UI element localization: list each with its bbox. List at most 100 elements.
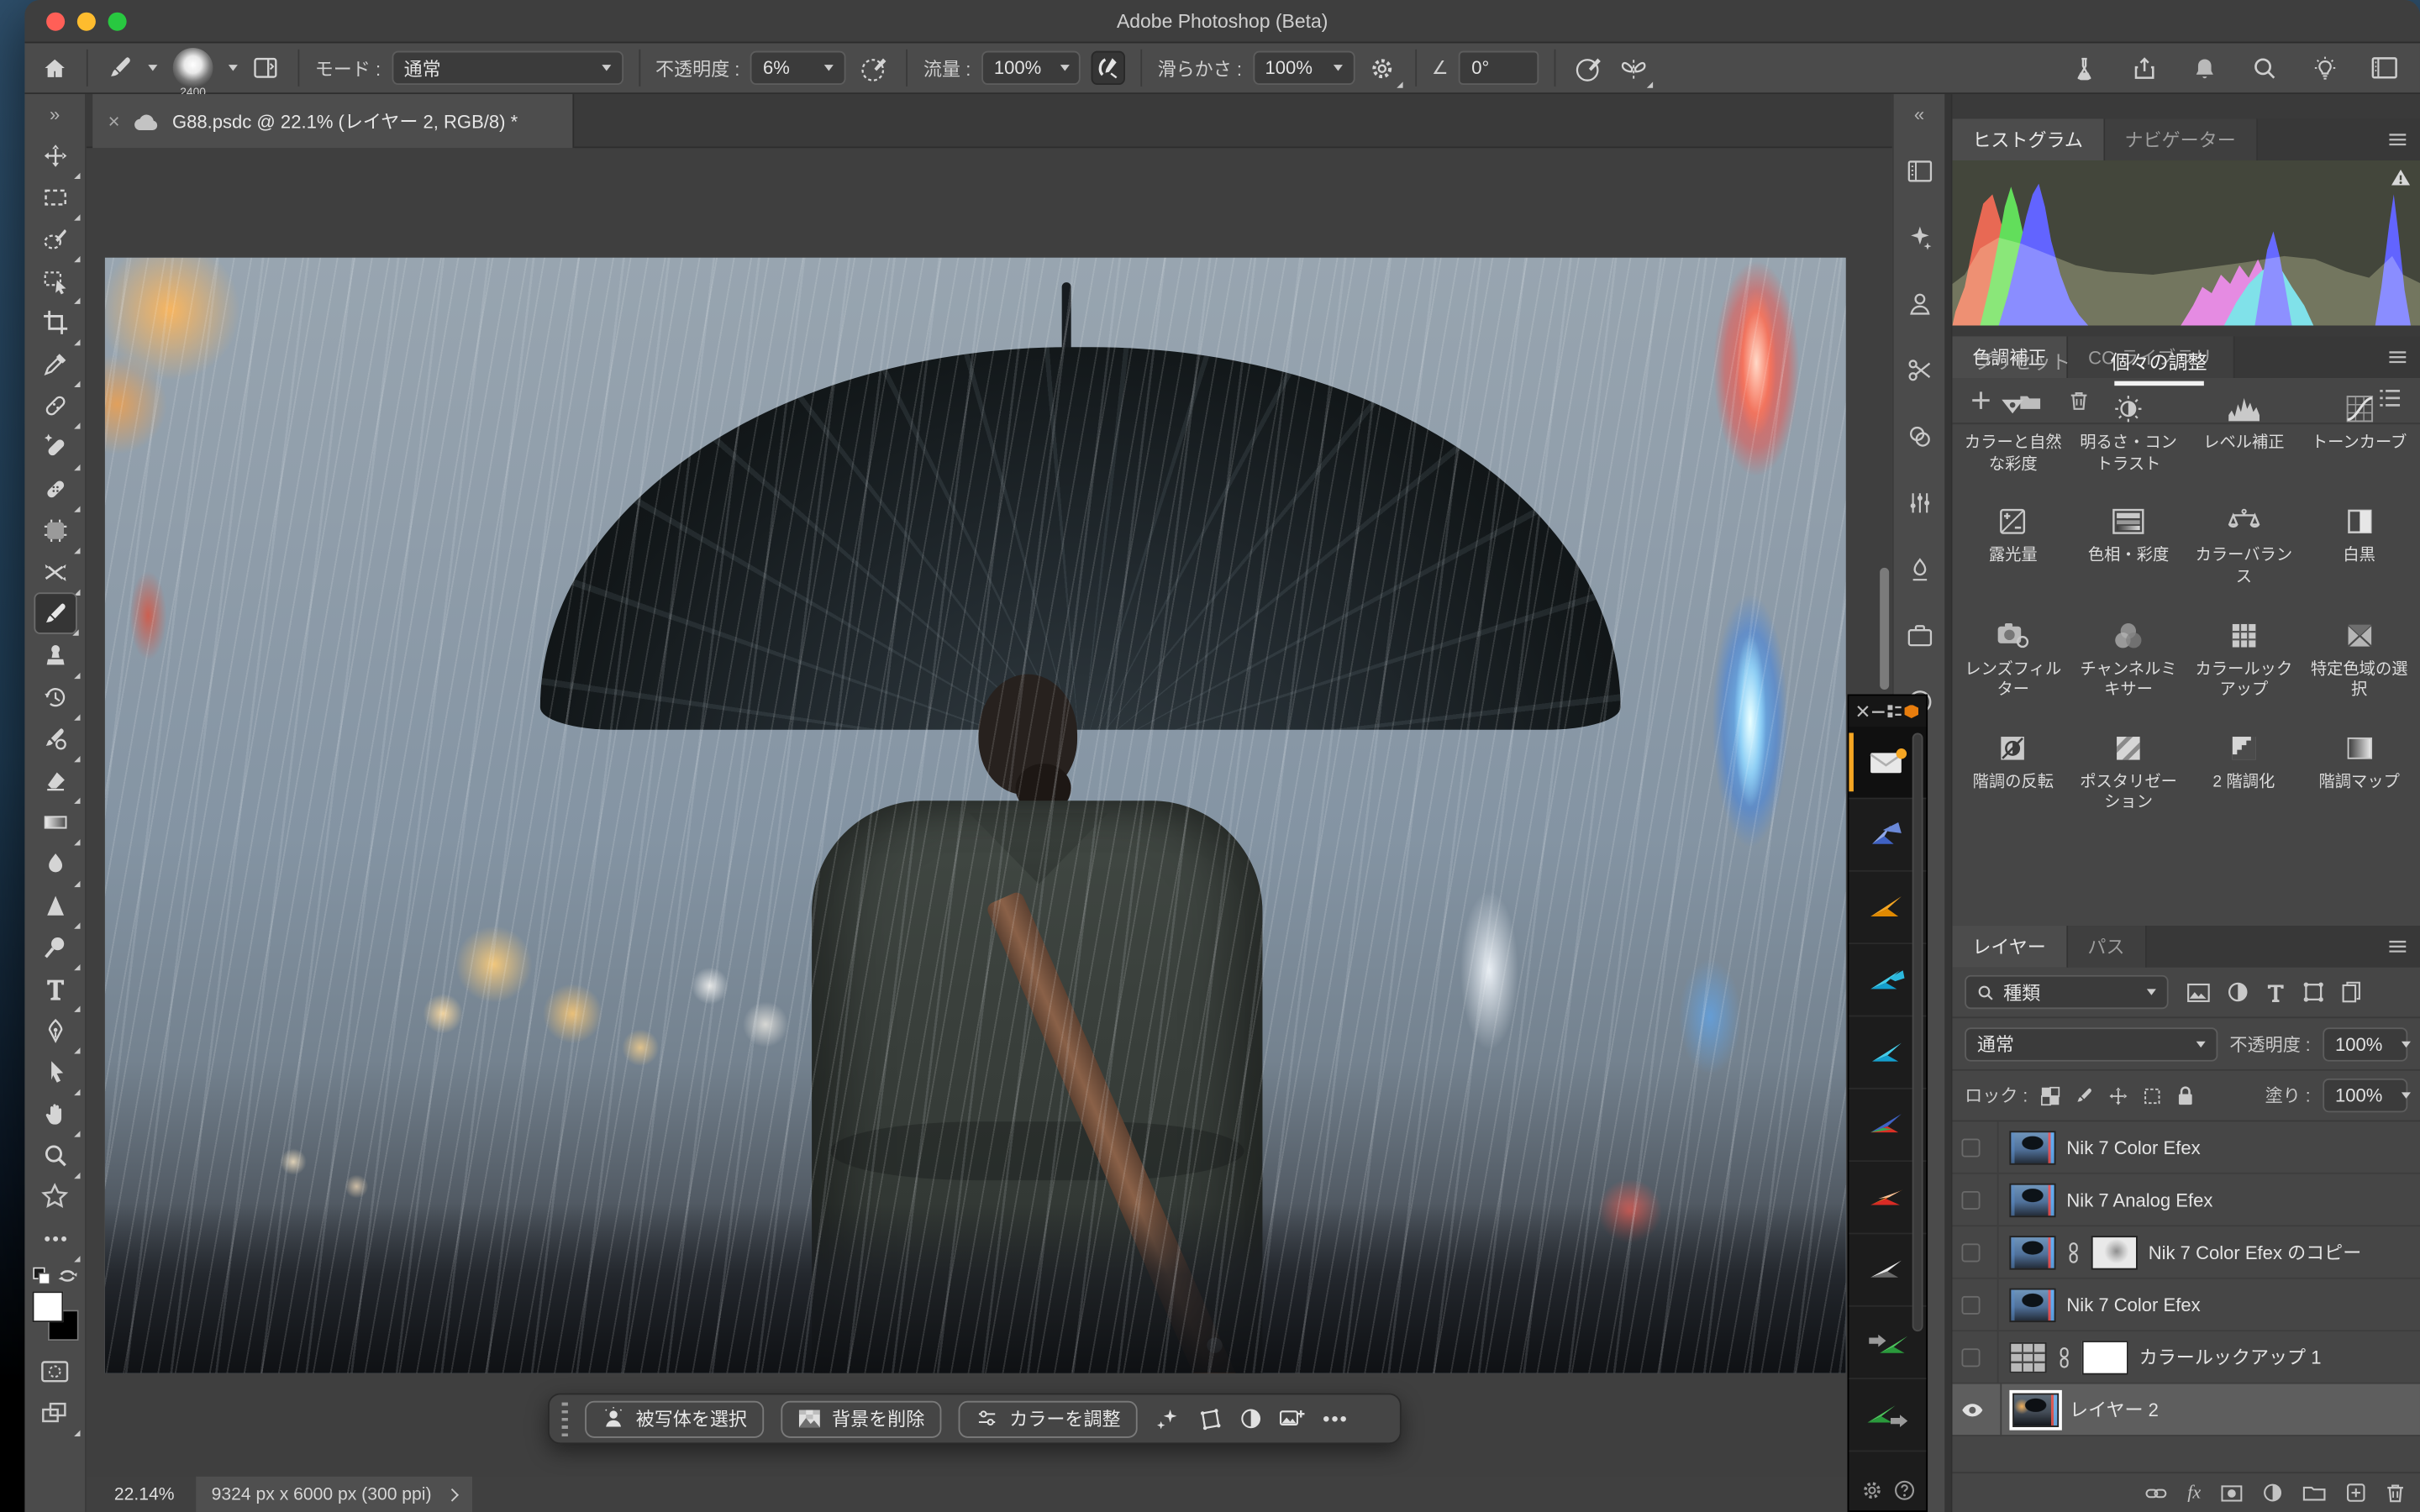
taskbar-drag-handle[interactable] <box>562 1402 568 1436</box>
visibility-checkbox[interactable] <box>1961 1190 1980 1209</box>
adjustment-color-lookup[interactable]: カラールックアップ <box>2186 613 2302 705</box>
layer-style-fx-icon[interactable]: fx <box>2187 1481 2201 1504</box>
zoom-level[interactable]: 22.14% <box>114 1485 175 1504</box>
new-group-icon[interactable] <box>2302 1484 2326 1501</box>
visibility-checkbox[interactable] <box>1961 1138 1980 1157</box>
nik-grid-icon[interactable] <box>1887 705 1902 717</box>
select-subject-button[interactable]: 被写体を選択 <box>585 1400 764 1437</box>
object-selection-tool-icon[interactable] <box>33 260 76 302</box>
tab-histogram[interactable]: ヒストグラム <box>1952 118 2104 160</box>
eraser-tool-icon[interactable] <box>33 759 76 801</box>
brush-angle-input[interactable]: 0° <box>1460 51 1540 85</box>
remove-background-button[interactable]: 背景を削除 <box>781 1400 941 1437</box>
histogram-menu-icon[interactable] <box>2387 133 2407 147</box>
lock-artboard-icon[interactable] <box>2142 1085 2162 1105</box>
layer-row-nik-color-efex-copy[interactable]: Nik 7 Color Efex のコピー <box>1952 1226 2420 1278</box>
layer-thumbnail-selected[interactable] <box>2012 1393 2059 1426</box>
spot-healing-tool-icon[interactable] <box>33 426 76 468</box>
close-window-button[interactable] <box>46 13 65 31</box>
document-size-box[interactable]: 9324 px x 6000 px (300 ppi) <box>196 1477 471 1512</box>
search-icon[interactable] <box>2247 51 2281 85</box>
vertical-scrollbar[interactable] <box>1880 568 1889 690</box>
share-icon[interactable] <box>2127 51 2160 85</box>
visibility-checkbox[interactable] <box>1961 1347 1980 1366</box>
adjustment-color-balance[interactable]: カラーバランス <box>2186 501 2302 592</box>
lock-all-icon[interactable] <box>2176 1084 2195 1106</box>
screen-mode-icon[interactable] <box>33 1392 76 1434</box>
layer-mask-thumbnail[interactable] <box>2091 1235 2138 1268</box>
move-tool-icon[interactable] <box>33 134 76 176</box>
visibility-checkbox[interactable] <box>1961 1242 1980 1261</box>
blur-tool-icon[interactable] <box>33 843 76 885</box>
canvas-image[interactable] <box>105 258 1846 1373</box>
brush-tool-icon[interactable] <box>103 51 137 85</box>
new-layer-icon[interactable] <box>2346 1483 2366 1503</box>
filter-adjustment-icon[interactable] <box>2227 981 2249 1003</box>
visibility-eye-icon[interactable] <box>1961 1402 1983 1417</box>
discover-lightbulb-icon[interactable] <box>2307 51 2341 85</box>
blend-mode-select[interactable]: 通常 <box>392 51 623 85</box>
transform-icon[interactable] <box>1197 1406 1222 1431</box>
zoom-window-button[interactable] <box>108 13 127 31</box>
nik-minimize-icon[interactable] <box>1872 709 1885 714</box>
layer-thumbnail[interactable] <box>2009 1130 2055 1163</box>
new-adjustment-icon[interactable] <box>2263 1483 2283 1503</box>
filter-shape-icon[interactable] <box>2302 981 2324 1003</box>
layer-thumbnail[interactable] <box>2009 1288 2055 1321</box>
droplet-icon[interactable] <box>1896 540 1942 599</box>
delete-layer-icon[interactable] <box>2386 1483 2405 1503</box>
add-image-icon[interactable] <box>1280 1407 1306 1431</box>
selection-brush-tool-icon[interactable] <box>33 218 76 260</box>
pen-tool-icon[interactable] <box>33 1009 76 1051</box>
type-tool-icon[interactable] <box>33 968 76 1010</box>
link-layers-icon[interactable] <box>2146 1485 2168 1500</box>
crop-tool-icon[interactable] <box>33 301 76 343</box>
layer-row-nik-analog-efex[interactable]: Nik 7 Analog Efex <box>1952 1174 2420 1226</box>
adjustment-channel-mixer[interactable]: チャンネルミキサー <box>2070 613 2186 705</box>
close-document-icon[interactable]: × <box>108 109 120 133</box>
adjustment-selective-color[interactable]: 特定色域の選択 <box>2302 613 2417 705</box>
layer-filter-select[interactable]: 種類 <box>1965 975 2168 1009</box>
adjustment-halfcircle-icon[interactable] <box>1239 1407 1263 1431</box>
adjustment-exposure[interactable]: 露光量 <box>1955 501 2070 592</box>
adjustment-threshold[interactable]: 2 階調化 <box>2186 727 2302 818</box>
character-panel-icon[interactable] <box>1896 275 1942 333</box>
zoom-tool-icon[interactable] <box>33 1134 76 1176</box>
history-brush-tool-icon[interactable] <box>33 675 76 717</box>
brush-preset-picker[interactable]: 2400 <box>168 51 218 85</box>
airbrush-toggle-icon[interactable] <box>1092 51 1125 85</box>
default-colors-icon[interactable] <box>32 1267 50 1285</box>
adjustment-invert[interactable]: 階調の反転 <box>1955 727 2070 818</box>
generative-sparkle-icon[interactable] <box>1155 1405 1181 1431</box>
tab-navigator[interactable]: ナビゲーター <box>2105 118 2258 160</box>
dodge-tool-icon[interactable] <box>33 926 76 968</box>
sharpen-tool-icon[interactable] <box>33 884 76 926</box>
clone-stamp-tool-icon[interactable] <box>33 634 76 676</box>
layer-row-color-lookup[interactable]: カラールックアップ 1 <box>1952 1331 2420 1383</box>
notifications-bell-icon[interactable] <box>2187 51 2221 85</box>
ai-sparkle-icon[interactable] <box>1896 208 1942 267</box>
histogram-warning-icon[interactable] <box>2391 168 2411 186</box>
nik-settings-gear-icon[interactable] <box>1860 1479 1882 1501</box>
layer-thumbnail[interactable] <box>2009 1235 2055 1268</box>
filter-smart-object-icon[interactable] <box>2341 981 2361 1003</box>
layer-mask-thumbnail[interactable] <box>2082 1340 2128 1373</box>
content-aware-move-tool-icon[interactable] <box>33 551 76 593</box>
opacity-select[interactable]: 6% <box>750 51 846 85</box>
lock-position-icon[interactable] <box>2108 1085 2128 1105</box>
foreground-color-swatch[interactable] <box>32 1291 63 1322</box>
filter-image-icon[interactable] <box>2187 982 2211 1002</box>
document-tab[interactable]: × G88.psdc @ 22.1% (レイヤー 2, RGB/8) * <box>92 94 574 148</box>
layer-row-nik-color-efex-2[interactable]: Nik 7 Color Efex <box>1952 1279 2420 1331</box>
remove-tool-icon[interactable] <box>33 384 76 426</box>
presets-star-icon[interactable] <box>33 1176 76 1218</box>
adjustment-color-vibrance[interactable]: カラーと自然な彩度 <box>1955 387 2070 479</box>
smoothing-select[interactable]: 100% <box>1253 51 1355 85</box>
brush-preset-caret[interactable] <box>229 65 238 71</box>
edit-toolbar-ellipsis-icon[interactable] <box>33 1217 76 1259</box>
swap-colors-icon[interactable] <box>58 1267 78 1285</box>
mixer-brush-tool-icon[interactable] <box>33 717 76 759</box>
workspace-switcher-icon[interactable] <box>2368 51 2402 85</box>
adjustment-gradient-map[interactable]: 階調マップ <box>2302 727 2417 818</box>
tab-paths[interactable]: パス <box>2068 926 2147 968</box>
